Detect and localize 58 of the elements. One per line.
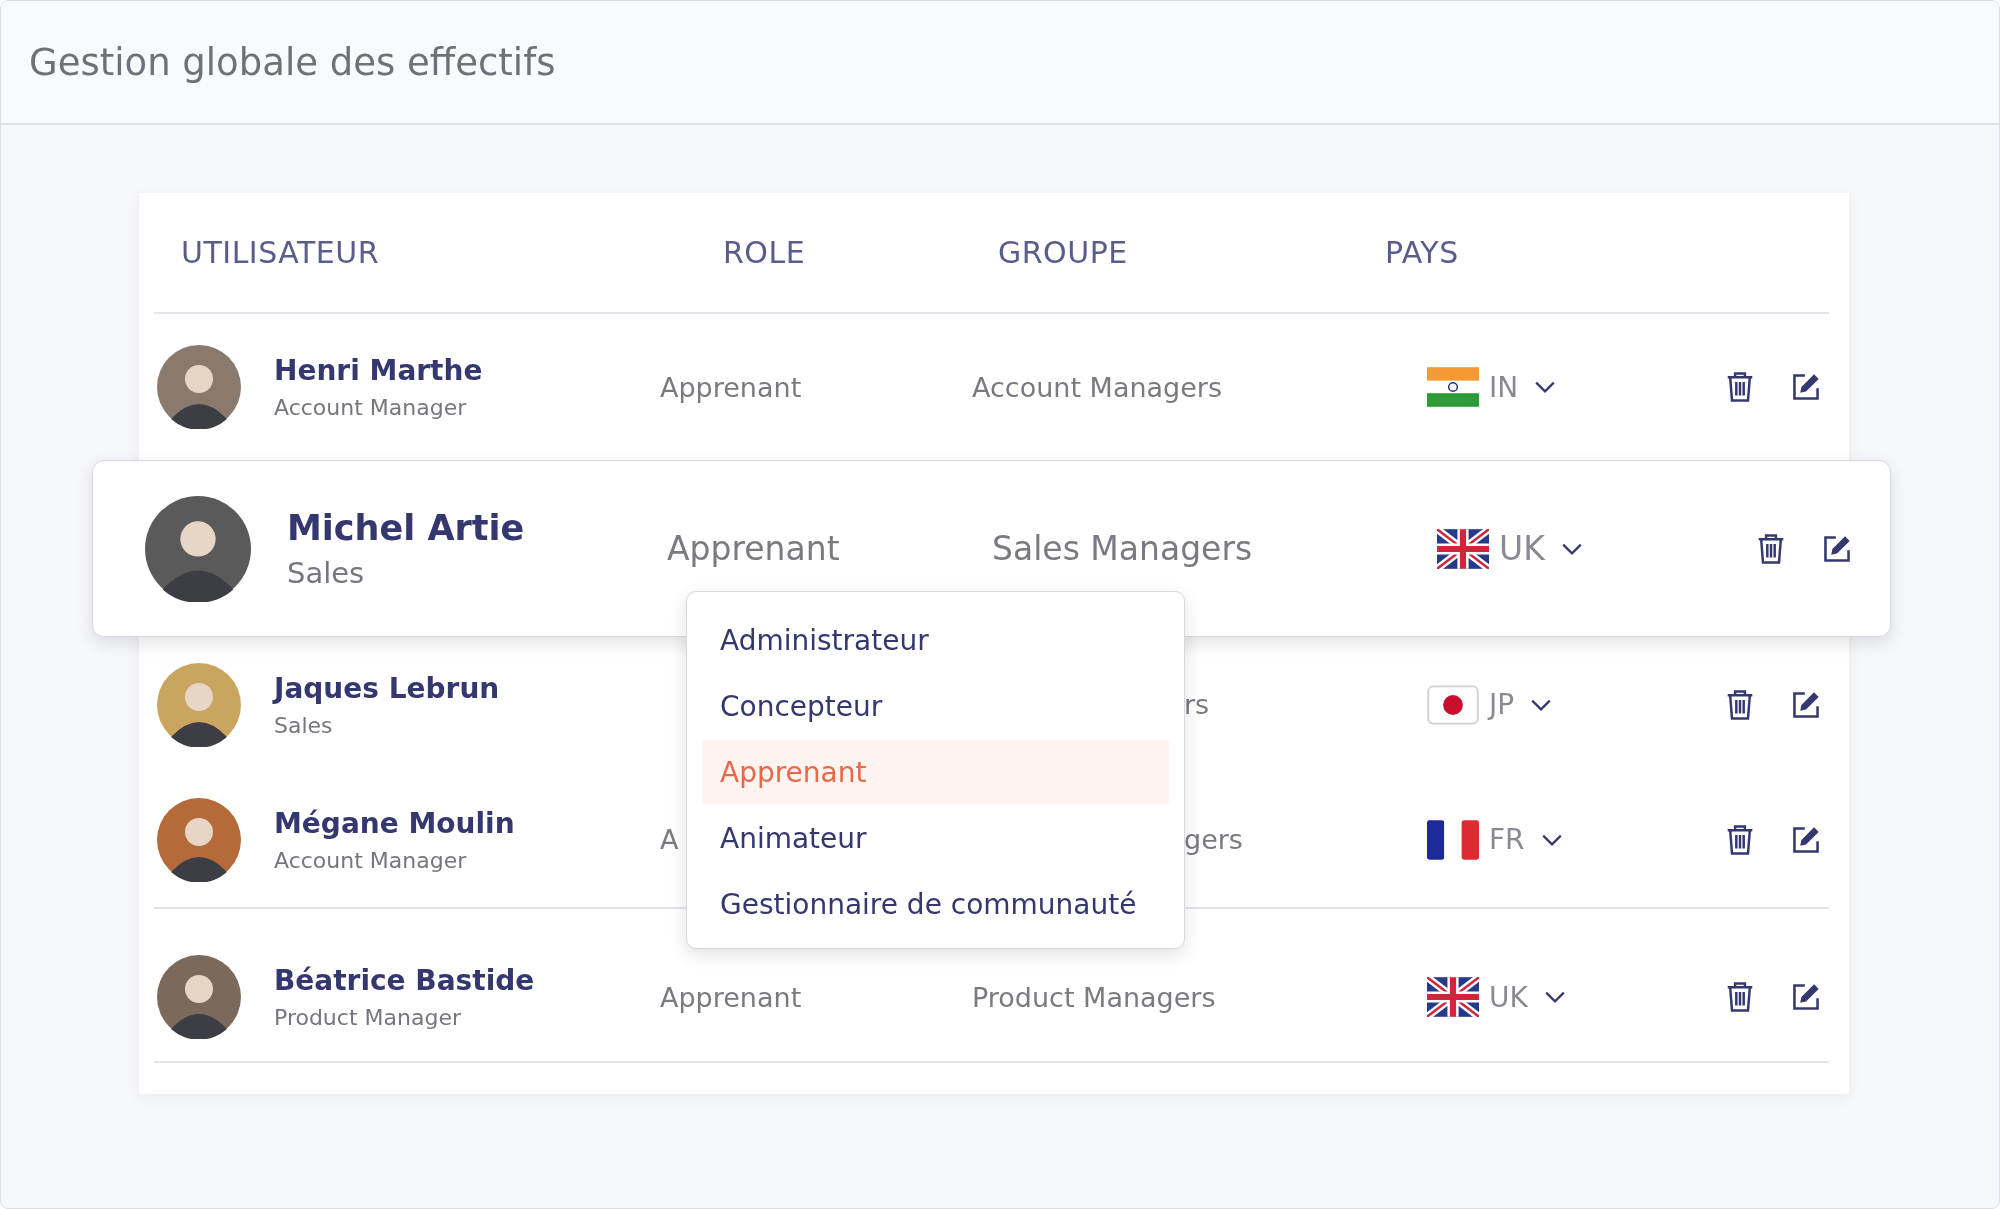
menu-item[interactable]: Administrateur <box>702 608 1169 672</box>
menu-item[interactable]: Gestionnaire de communauté <box>702 872 1169 936</box>
trash-icon <box>1756 532 1786 565</box>
caret-icon <box>1543 990 1566 1004</box>
user-name: Jaques Lebrun <box>274 671 501 705</box>
caret-icon <box>1534 380 1557 394</box>
delete-button[interactable] <box>1725 823 1755 856</box>
delete-button[interactable] <box>1756 532 1786 565</box>
user-name: Béatrice Bastide <box>274 964 536 997</box>
menu-item[interactable]: Concepteur <box>702 674 1169 738</box>
delete-button[interactable] <box>1725 981 1755 1013</box>
trash-icon <box>1725 688 1755 721</box>
page-title: Gestion globale des effectifs <box>29 40 556 84</box>
role-cell: A <box>660 824 679 855</box>
menu-item[interactable]: Animateur <box>702 806 1169 870</box>
user-name: Michel Artie <box>287 507 526 548</box>
trash-icon <box>1725 823 1755 856</box>
column-header: ROLE <box>723 235 807 270</box>
user-title: Sales <box>287 555 366 590</box>
flag-icon <box>1427 684 1479 725</box>
country-select[interactable]: IN <box>1427 367 1557 407</box>
country-select[interactable]: JP <box>1427 684 1553 725</box>
caret-icon <box>1540 832 1563 847</box>
flag-icon <box>1437 528 1489 569</box>
group-cell: Product Managers <box>972 981 1216 1013</box>
column-header: PAYS <box>1385 235 1460 270</box>
group-cell: gers <box>1184 824 1243 855</box>
country-select[interactable]: UK <box>1427 977 1566 1017</box>
role-cell: Apprenant <box>667 529 840 568</box>
role-cell: Apprenant <box>660 981 802 1013</box>
user-title: Product Manager <box>274 1005 462 1030</box>
group-cell: Sales Managers <box>992 529 1253 568</box>
caret-icon <box>1560 541 1583 556</box>
delete-button[interactable] <box>1725 688 1755 721</box>
edit-button[interactable] <box>1791 371 1821 403</box>
flag-icon <box>1427 367 1479 407</box>
column-header: UTILISATEUR <box>181 235 381 270</box>
country-select[interactable]: FR <box>1427 819 1563 860</box>
user-name: Henri Marthe <box>274 354 484 387</box>
trash-icon <box>1725 981 1755 1013</box>
trash-icon <box>1725 371 1755 403</box>
edit-button[interactable] <box>1791 981 1821 1013</box>
country-select[interactable]: UK <box>1437 528 1583 569</box>
caret-icon <box>1530 697 1553 712</box>
group-cell: rs <box>1184 689 1210 720</box>
flag-icon <box>1427 819 1479 860</box>
user-title: Account Manager <box>274 847 468 873</box>
edit-icon <box>1791 981 1821 1013</box>
group-cell: Account Managers <box>972 371 1222 403</box>
edit-icon <box>1791 371 1821 403</box>
user-name: Mégane Moulin <box>274 806 516 840</box>
menu-item[interactable]: Apprenant <box>702 740 1169 804</box>
user-title: Account Manager <box>274 395 468 420</box>
delete-button[interactable] <box>1725 371 1755 403</box>
role-cell: Apprenant <box>660 371 802 403</box>
user-title: Sales <box>274 712 334 738</box>
column-header: GROUPE <box>998 235 1129 270</box>
flag-icon <box>1427 977 1479 1017</box>
